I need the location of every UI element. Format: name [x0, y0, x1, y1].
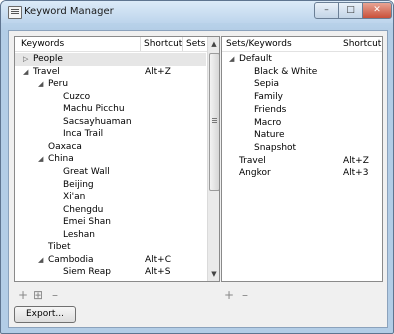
tree-row[interactable]: Travel Alt+Z	[222, 155, 382, 168]
row-label: Xi'an	[63, 192, 86, 203]
row-label: Travel	[33, 66, 60, 77]
tree-row[interactable]: Sepia	[222, 78, 382, 91]
sets-keywords-tree[interactable]: Sets/Keywords Shortcut ◢ Default Black & W…	[221, 36, 383, 282]
row-label: Emei Shan	[63, 217, 111, 228]
scroll-down-arrow-icon[interactable]: ▼	[208, 268, 219, 280]
row-label: Peru	[48, 79, 69, 90]
row-label: Siem Reap	[63, 267, 111, 278]
row-label: Friends	[254, 104, 287, 115]
row-shortcut: Alt+Z	[145, 66, 171, 77]
tree-row[interactable]: Leshan	[15, 229, 206, 242]
tree-row[interactable]: Inca Trail	[15, 128, 206, 141]
sets-keywords-header: Sets/Keywords Shortcut	[222, 37, 382, 52]
tree-row[interactable]: Xi'an	[15, 191, 206, 204]
app-icon	[8, 6, 22, 19]
row-shortcut: Alt+Z	[343, 155, 369, 166]
tree-row[interactable]: ◢ Travel Alt+Z	[15, 66, 206, 79]
triangle-expanded-icon[interactable]: ◢	[229, 53, 234, 66]
tree-row[interactable]: Family	[222, 91, 382, 104]
row-label: Cuzco	[63, 91, 91, 102]
tree-row[interactable]: Emei Shan	[15, 216, 206, 229]
tree-row[interactable]: Tibet	[15, 241, 206, 254]
column-header-sets-keywords[interactable]: Sets/Keywords	[226, 39, 292, 49]
row-label: Snapshot	[254, 142, 297, 153]
plus-icon-right[interactable]: +	[223, 289, 235, 301]
keywords-tree[interactable]: Keywords Shortcut Sets ▷ People ◢ Travel Alt…	[14, 36, 220, 282]
column-header-sets[interactable]: Sets	[186, 39, 205, 49]
triangle-expanded-icon[interactable]: ◢	[38, 78, 43, 91]
column-header-keywords[interactable]: Keywords	[21, 39, 64, 49]
row-shortcut: Alt+S	[145, 267, 171, 278]
add-child-icon[interactable]: ⊞	[32, 289, 44, 301]
row-label: Chengdu	[63, 204, 104, 215]
row-shortcut: Alt+3	[343, 168, 369, 179]
row-label: Leshan	[63, 229, 96, 240]
row-label: People	[33, 54, 63, 64]
close-button[interactable]: ✕	[362, 2, 392, 19]
column-header-shortcut[interactable]: Shortcut	[144, 39, 182, 49]
tree-row[interactable]: ◢ Default	[222, 53, 382, 66]
triangle-expanded-icon[interactable]: ◢	[38, 254, 43, 267]
row-label: Great Wall	[63, 166, 110, 177]
row-label: Inca Trail	[63, 129, 104, 140]
triangle-collapsed-icon[interactable]: ▷	[23, 53, 28, 66]
window-title: Keyword Manager	[24, 6, 114, 17]
row-label: Sepia	[254, 79, 279, 90]
scroll-up-arrow-icon[interactable]: ▲	[208, 38, 219, 50]
tree-row[interactable]: Sacsayhuaman	[15, 116, 206, 129]
tree-row[interactable]: Snapshot	[222, 142, 382, 155]
tree-row[interactable]: Oaxaca	[15, 141, 206, 154]
export-button[interactable]: Export...	[14, 306, 76, 323]
row-label: Family	[254, 92, 283, 103]
scrollbar-thumb[interactable]	[209, 53, 219, 191]
row-label: Angkor	[239, 168, 271, 179]
row-label: Tibet	[48, 242, 71, 253]
tree-row[interactable]: Machu Picchu	[15, 103, 206, 116]
row-shortcut: Alt+C	[145, 254, 172, 265]
triangle-expanded-icon[interactable]: ◢	[38, 153, 43, 166]
tree-row[interactable]: Macro	[222, 117, 382, 130]
keywords-header: Keywords Shortcut Sets	[15, 37, 219, 52]
row-label: Macro	[254, 117, 282, 128]
row-label: Sacsayhuaman	[63, 116, 132, 127]
row-label: Default	[239, 54, 272, 64]
row-label: Black & White	[254, 66, 318, 77]
column-header-shortcut-right[interactable]: Shortcut	[343, 39, 381, 49]
tree-row[interactable]: Black & White	[222, 66, 382, 79]
minimize-button[interactable]: –	[314, 2, 339, 19]
plus-icon[interactable]: +	[17, 289, 29, 301]
minus-icon[interactable]: –	[49, 289, 61, 301]
keywords-scrollbar[interactable]: ▲ ▼	[207, 37, 219, 281]
tree-row[interactable]: ◢ Peru	[15, 78, 206, 91]
tree-row[interactable]: Friends	[222, 104, 382, 117]
tree-row[interactable]: ◢ Cambodia Alt+C	[15, 254, 206, 267]
triangle-expanded-icon[interactable]: ◢	[23, 66, 28, 79]
row-label: Machu Picchu	[63, 104, 125, 115]
row-label: Travel	[239, 155, 266, 166]
tree-row[interactable]: Beijing	[15, 179, 206, 192]
tree-row[interactable]: Chengdu	[15, 204, 206, 217]
tree-row[interactable]: Great Wall	[15, 166, 206, 179]
row-label: Beijing	[63, 179, 94, 190]
row-label: China	[48, 154, 74, 165]
tree-row[interactable]: ▷ People	[15, 53, 206, 66]
maximize-button[interactable]: □	[338, 2, 363, 19]
keyword-manager-window: Keyword Manager – □ ✕ Keywords Shortcut …	[0, 0, 394, 334]
tree-row[interactable]: Cuzco	[15, 91, 206, 104]
row-label: Nature	[254, 130, 285, 141]
tree-row[interactable]: Nature	[222, 129, 382, 142]
dialog-body: Keywords Shortcut Sets ▷ People ◢ Travel Alt…	[8, 30, 388, 328]
tree-row[interactable]: ◢ China	[15, 153, 206, 166]
minus-icon-right[interactable]: –	[239, 289, 251, 301]
tree-row[interactable]: Siem Reap Alt+S	[15, 266, 206, 279]
row-label: Cambodia	[48, 254, 94, 265]
title-bar[interactable]: Keyword Manager – □ ✕	[1, 1, 393, 23]
tree-row[interactable]: Angkor Alt+3	[222, 167, 382, 180]
row-label: Oaxaca	[48, 141, 82, 152]
